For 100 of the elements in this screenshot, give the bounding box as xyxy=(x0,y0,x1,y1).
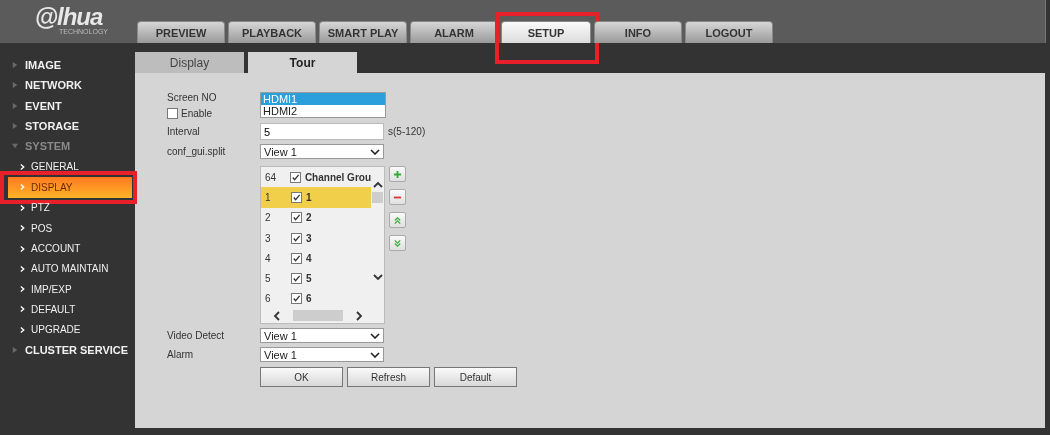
chevron-icon xyxy=(20,264,25,273)
channel-number: 2 xyxy=(265,212,272,224)
channel-row[interactable]: 6 6 xyxy=(261,288,371,310)
dropdown-caret-icon xyxy=(370,351,380,358)
nav-tab[interactable]: ALARM xyxy=(410,21,498,43)
menu-item-label: GENERAL xyxy=(31,161,79,173)
channel-row[interactable]: 4 4 xyxy=(261,248,371,269)
menu-item-label: IMP/EXP xyxy=(31,283,72,295)
menu-item[interactable]: IMP/EXP xyxy=(8,278,132,300)
split-dropdown[interactable]: View 1 xyxy=(260,144,384,159)
menu-item[interactable]: AUTO MAINTAIN xyxy=(8,258,132,279)
scrollbar-thumb[interactable] xyxy=(293,310,343,322)
nav-tab[interactable]: INFO xyxy=(594,21,682,43)
checkbox-label: Enable xyxy=(181,107,213,119)
nav-tab[interactable]: SETUP xyxy=(501,21,591,43)
video-detect-dropdown[interactable]: View 1 xyxy=(260,328,384,343)
checkbox[interactable] xyxy=(291,232,302,244)
screen-listbox[interactable]: HDMI1 HDMI2 xyxy=(260,92,386,118)
checkbox[interactable] xyxy=(291,191,302,203)
list-option[interactable]: HDMI2 xyxy=(261,105,385,117)
plus-icon xyxy=(393,170,402,179)
channel-number: 6 xyxy=(265,293,272,305)
channel-number: 1 xyxy=(265,191,272,203)
add-button[interactable] xyxy=(389,166,406,182)
menu-item[interactable]: DISPLAY xyxy=(8,176,132,198)
channel-name: 6 xyxy=(306,293,312,305)
menu-section[interactable]: SYSTEM xyxy=(25,140,71,153)
channel-name: 4 xyxy=(306,252,312,264)
channel-number: 3 xyxy=(265,232,272,244)
double-chevron-up-icon xyxy=(393,216,402,225)
menu-item-label: POS xyxy=(31,222,53,234)
channel-name: 5 xyxy=(306,273,312,285)
scroll-right-icon[interactable] xyxy=(355,310,363,321)
chevron-icon xyxy=(20,162,25,171)
channel-row[interactable]: 5 5 xyxy=(261,268,371,289)
menu-item[interactable]: POS xyxy=(8,218,132,239)
channel-name: 3 xyxy=(306,232,312,244)
menu-section[interactable]: EVENT xyxy=(25,99,62,112)
chevron-icon xyxy=(20,244,25,253)
chevron-icon xyxy=(20,224,25,233)
menu-section[interactable]: NETWORK xyxy=(25,79,82,92)
scroll-up-icon[interactable] xyxy=(372,181,383,189)
move-down-button[interactable] xyxy=(389,235,406,251)
interval-field[interactable]: 5 xyxy=(260,123,384,140)
range-hint: s(5-120) xyxy=(388,126,426,137)
checkbox[interactable] xyxy=(291,273,302,285)
menu-item-label: UPGRADE xyxy=(31,324,81,336)
chevron-icon xyxy=(20,305,25,314)
menu-item[interactable]: DEFAULT xyxy=(8,299,132,320)
menu-item-label: DEFAULT xyxy=(31,303,76,315)
scroll-down-icon[interactable] xyxy=(372,273,383,281)
dropdown-caret-icon xyxy=(370,332,380,339)
channel-number: 64 xyxy=(265,171,278,183)
menu-item-label: PTZ xyxy=(31,202,50,214)
dropdown-caret-icon xyxy=(370,148,380,155)
action-button[interactable]: Refresh xyxy=(347,367,430,387)
channel-name: 2 xyxy=(306,212,312,224)
menu-item[interactable]: ACCOUNT xyxy=(8,238,132,259)
checkbox[interactable] xyxy=(289,171,301,183)
channel-name: 1 xyxy=(306,191,312,203)
menu-section[interactable]: IMAGE xyxy=(25,59,62,72)
checkbox[interactable] xyxy=(291,293,302,305)
menu-section[interactable]: STORAGE xyxy=(25,120,80,133)
channel-row[interactable]: 3 3 xyxy=(261,227,371,249)
channel-name: Channel Grou xyxy=(304,171,371,183)
channel-row[interactable]: 1 1 xyxy=(261,187,371,208)
field-label: Screen NO xyxy=(167,92,218,103)
channel-row[interactable]: 2 2 xyxy=(261,207,371,228)
menu-item[interactable]: UPGRADE xyxy=(8,319,132,340)
logo: @lhua xyxy=(34,6,103,28)
checkbox[interactable] xyxy=(291,212,302,224)
chevron-icon xyxy=(20,203,25,212)
nav-tab[interactable]: SMART PLAY xyxy=(319,21,407,43)
field-label: Interval xyxy=(167,126,201,137)
field-label: Alarm xyxy=(167,349,195,360)
checkbox[interactable] xyxy=(167,107,178,119)
action-button[interactable]: OK xyxy=(260,367,343,387)
sub-tab[interactable]: Tour xyxy=(248,52,357,73)
menu-item-label: AUTO MAINTAIN xyxy=(31,263,109,275)
scrollbar-thumb[interactable] xyxy=(372,192,383,203)
field-label: conf_gui.split xyxy=(167,146,227,157)
channel-number: 4 xyxy=(265,252,272,264)
nav-tab[interactable]: PLAYBACK xyxy=(228,21,316,43)
nav-tab[interactable]: LOGOUT xyxy=(685,21,773,43)
menu-item[interactable]: PTZ xyxy=(8,197,132,219)
menu-item-label: DISPLAY xyxy=(31,181,73,193)
remove-button[interactable] xyxy=(389,189,406,205)
menu-item[interactable]: GENERAL xyxy=(8,156,132,177)
move-up-button[interactable] xyxy=(389,212,406,228)
double-chevron-down-icon xyxy=(393,239,402,248)
action-button[interactable]: Default xyxy=(434,367,517,387)
sub-tab[interactable]: Display xyxy=(135,52,244,73)
scroll-left-icon[interactable] xyxy=(273,310,281,321)
nav-tab[interactable]: PREVIEW xyxy=(137,21,225,43)
field-label: Video Detect xyxy=(167,330,226,341)
alarm-dropdown[interactable]: View 1 xyxy=(260,347,384,362)
menu-item-label: ACCOUNT xyxy=(31,243,81,254)
chevron-icon xyxy=(20,285,25,294)
checkbox[interactable] xyxy=(291,252,302,264)
menu-section[interactable]: CLUSTER SERVICE xyxy=(25,344,129,356)
